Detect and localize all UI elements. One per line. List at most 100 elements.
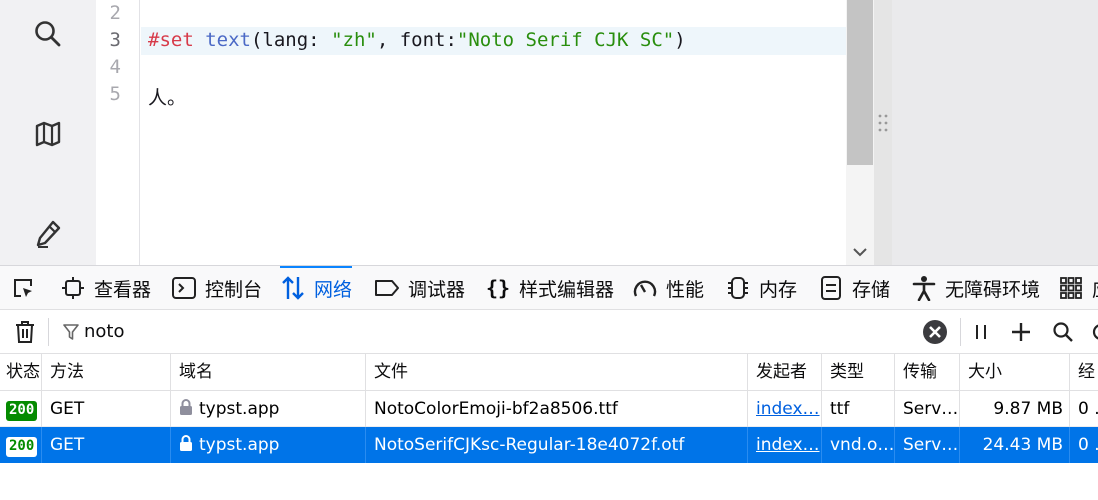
tab-label: 性能: [666, 278, 705, 301]
element-picker-button[interactable]: [10, 266, 36, 310]
initiator-link[interactable]: index…: [756, 435, 820, 455]
domain-cell: typst.app: [171, 391, 366, 427]
line-number: 3: [109, 29, 121, 51]
trash-icon: [16, 321, 34, 343]
code-editor[interactable]: 2 3 4 5 #set text(lang: "zh", font:"Noto…: [96, 0, 846, 265]
divider: [48, 318, 49, 346]
console-icon: [171, 275, 197, 301]
chevron-down-icon[interactable]: [852, 244, 868, 260]
status-cell: 200: [0, 391, 42, 427]
method-cell: GET: [42, 391, 171, 427]
tab-inspector[interactable]: 查看器: [60, 266, 151, 310]
column-header-domain[interactable]: 域名: [171, 354, 366, 391]
pause-icon: [976, 325, 986, 339]
column-header-status[interactable]: 状态: [0, 354, 42, 391]
inspector-icon: [60, 275, 86, 301]
size-cell: 9.87 MB: [960, 391, 1070, 427]
clear-filter-button[interactable]: [922, 319, 948, 345]
new-request-button[interactable]: [1008, 319, 1034, 345]
column-header-initiator[interactable]: 发起者: [748, 354, 822, 391]
column-header-size[interactable]: 大小: [960, 354, 1070, 391]
column-header-type[interactable]: 类型: [822, 354, 895, 391]
status-badge: 200: [6, 401, 38, 421]
tab-application[interactable]: 应: [1058, 266, 1098, 310]
performance-icon: [632, 275, 658, 301]
code-punct: ): [674, 29, 686, 51]
network-toolbar: noto: [0, 310, 1098, 354]
style-editor-icon: {}: [485, 276, 511, 300]
tab-label: 网络: [314, 278, 353, 301]
devtools-tab-bar: 查看器 控制台 网络 调试器 {} 样式编辑器 性能 内存 存储 无障碍环境 应: [0, 265, 1098, 310]
network-icon: [280, 275, 306, 301]
status-cell: 200: [0, 427, 42, 463]
debugger-icon: [374, 275, 400, 301]
domain-text: typst.app: [199, 399, 280, 419]
close-icon: [923, 320, 947, 344]
table-row-selected[interactable]: 200 GET typst.app NotoSerifCJKsc-Regular…: [0, 427, 1098, 463]
tab-network[interactable]: 网络: [280, 266, 353, 310]
code-keyword: #set: [148, 29, 194, 51]
app-grid-icon: [1058, 275, 1084, 301]
settings-button[interactable]: [1090, 319, 1098, 345]
requests-table-header: 状态 方法 域名 文件 发起者 类型 传输 大小 经: [0, 354, 1098, 391]
initiator-cell[interactable]: index…: [748, 427, 822, 463]
column-header-file[interactable]: 文件: [366, 354, 748, 391]
map-icon[interactable]: [30, 116, 66, 152]
drag-handle-icon: [878, 114, 888, 132]
tab-label: 存储: [852, 278, 891, 301]
accessibility-icon: [911, 275, 937, 301]
tab-label: 控制台: [205, 278, 263, 301]
code-punct: (lang:: [250, 29, 332, 51]
file-cell: NotoSerifCJKsc-Regular-18e4072f.otf: [366, 427, 748, 463]
filter-input[interactable]: noto: [84, 321, 125, 342]
scrollbar-thumb[interactable]: [847, 0, 873, 165]
size-cell: 24.43 MB: [960, 427, 1070, 463]
tab-label: 内存: [759, 278, 798, 301]
tab-storage[interactable]: 存储: [818, 266, 890, 310]
line-number-gutter: 2 3 4 5: [96, 0, 140, 265]
column-header-method[interactable]: 方法: [42, 354, 171, 391]
tab-memory[interactable]: 内存: [725, 266, 797, 310]
tab-label: 查看器: [94, 278, 152, 301]
pencil-icon[interactable]: [30, 216, 66, 252]
table-row[interactable]: 200 GET typst.app NotoColorEmoji-bf2a850…: [0, 391, 1098, 427]
pause-button[interactable]: [970, 320, 992, 344]
clear-requests-button[interactable]: [12, 319, 38, 345]
pane-splitter[interactable]: [874, 0, 892, 265]
filter-icon: [62, 322, 80, 342]
storage-icon: [818, 275, 844, 301]
lock-icon: [180, 399, 192, 415]
status-badge: 200: [6, 437, 38, 457]
column-header-transfer[interactable]: 传输: [895, 354, 960, 391]
file-cell: NotoColorEmoji-bf2a8506.ttf: [366, 391, 748, 427]
initiator-cell[interactable]: index…: [748, 391, 822, 427]
tab-console[interactable]: 控制台: [171, 266, 262, 310]
lock-icon: [180, 435, 192, 451]
code-punct: , font:: [376, 29, 457, 51]
initiator-link[interactable]: index…: [756, 399, 820, 419]
code-function: text: [205, 29, 251, 51]
time-cell: 0 .: [1070, 427, 1098, 463]
plus-icon: [1012, 323, 1030, 341]
search-requests-button[interactable]: [1050, 319, 1076, 345]
code-line-3[interactable]: #set text(lang: "zh", font:"Noto Serif C…: [148, 29, 686, 51]
app-sidebar: [0, 0, 96, 265]
line-number: 2: [109, 2, 121, 24]
transfer-cell: Serv…: [895, 427, 960, 463]
method-cell: GET: [42, 427, 171, 463]
tab-label: 样式编辑器: [519, 278, 615, 301]
tab-performance[interactable]: 性能: [632, 266, 704, 310]
tab-label: 调试器: [408, 278, 466, 301]
tab-label: 无障碍环境: [945, 278, 1041, 301]
search-icon[interactable]: [30, 16, 66, 52]
transfer-cell: Serv…: [895, 391, 960, 427]
domain-text: typst.app: [199, 435, 280, 455]
tab-debugger[interactable]: 调试器: [374, 266, 465, 310]
column-header-time[interactable]: 经: [1070, 354, 1098, 391]
code-line-5[interactable]: 人。: [148, 83, 186, 110]
tab-accessibility[interactable]: 无障碍环境: [911, 266, 1040, 310]
line-number: 5: [109, 83, 121, 105]
editor-scrollbar[interactable]: [846, 0, 874, 265]
preview-pane: [892, 0, 1098, 265]
tab-style-editor[interactable]: {} 样式编辑器: [485, 266, 614, 310]
